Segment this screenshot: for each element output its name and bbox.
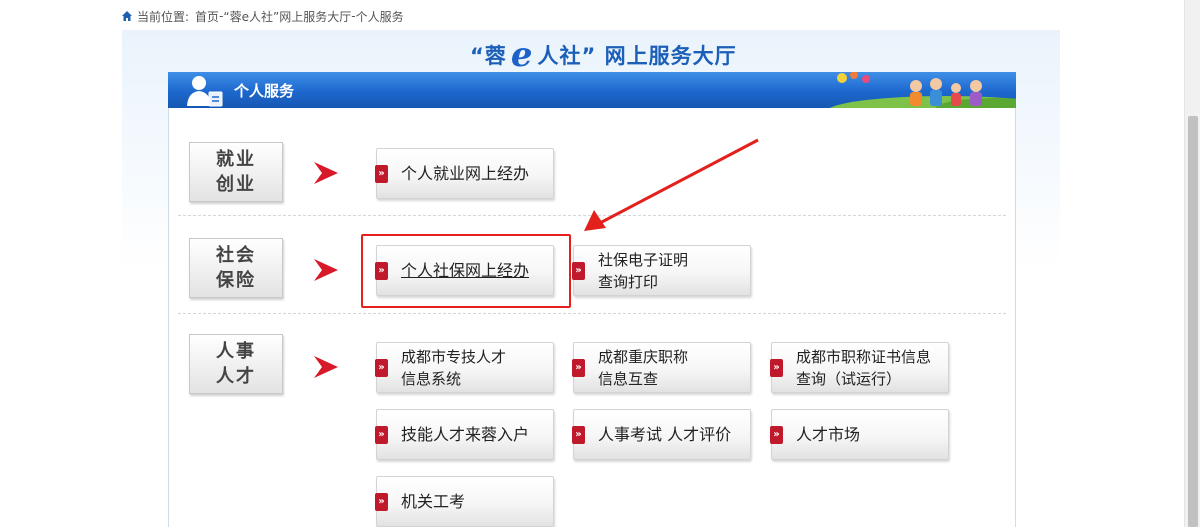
chengdu-chongqing-title-mutual-check-button[interactable]: » 成都重庆职称 信息互查 [572, 342, 751, 393]
section-divider [178, 313, 1006, 314]
service-label: 社保电子证明 查询打印 [598, 250, 689, 291]
double-chevron-icon: » [375, 493, 388, 511]
service-label: 个人就业网上经办 [401, 163, 530, 183]
double-chevron-icon: » [375, 165, 388, 183]
skilled-talent-household-button[interactable]: » 技能人才来蓉入户 [375, 409, 554, 460]
service-label: 成都市专技人才 信息系统 [401, 347, 507, 388]
double-chevron-icon: » [375, 426, 388, 444]
personal-employment-service-button[interactable]: » 个人就业网上经办 [375, 148, 554, 199]
service-label: 人才市场 [796, 424, 861, 444]
scrollbar-thumb[interactable] [1188, 116, 1198, 527]
section-banner: 个人服务 [168, 72, 1016, 108]
talent-market-button[interactable]: » 人才市场 [770, 409, 949, 460]
hall-title: “蓉 e 人社” 网上服务大厅 [470, 38, 737, 72]
breadcrumb: 当前位置: 首页 - “蓉e人社”网上服务大厅 - 个人服务 [122, 6, 404, 26]
service-label: 机关工考 [401, 491, 466, 511]
service-label: 成都重庆职称 信息互查 [598, 347, 689, 388]
personnel-exam-talent-evaluation-button[interactable]: » 人事考试 人才评价 [572, 409, 751, 460]
service-label: 技能人才来蓉入户 [401, 424, 530, 444]
double-chevron-icon: » [375, 359, 388, 377]
double-chevron-icon: » [572, 262, 585, 280]
red-chevron-right-icon [314, 162, 338, 184]
category-line: 社会 [216, 245, 256, 266]
social-insurance-e-certificate-button[interactable]: » 社保电子证明 查询打印 [572, 245, 751, 296]
breadcrumb-home-link[interactable]: 首页 [195, 8, 219, 25]
double-chevron-icon: » [770, 426, 783, 444]
banner-title: 个人服务 [234, 81, 295, 100]
breadcrumb-hall-link[interactable]: “蓉e人社”网上服务大厅 [223, 8, 351, 25]
chengdu-professional-talent-system-button[interactable]: » 成都市专技人才 信息系统 [375, 342, 554, 393]
category-personnel-talent: 人事 人才 [189, 334, 283, 394]
page-scrollbar[interactable] [1184, 0, 1200, 527]
category-line: 保险 [216, 270, 256, 291]
double-chevron-icon: » [572, 426, 585, 444]
home-icon [122, 11, 132, 21]
double-chevron-icon: » [770, 359, 783, 377]
hall-title-e-mark: e [510, 35, 534, 75]
service-label: 成都市职称证书信息 查询（试运行） [796, 347, 932, 388]
category-line: 人事 [216, 341, 256, 362]
red-chevron-right-icon [314, 356, 338, 378]
category-line: 创业 [216, 174, 256, 195]
category-employment: 就业 创业 [189, 142, 283, 202]
red-chevron-right-icon [314, 259, 338, 281]
category-social-insurance: 社会 保险 [189, 238, 283, 298]
hall-title-right: 人社” 网上服务大厅 [537, 44, 737, 68]
annotation-highlight-box [361, 234, 571, 308]
category-line: 人才 [216, 366, 256, 387]
banner-decoration-image [829, 72, 1016, 108]
chengdu-title-certificate-query-button[interactable]: » 成都市职称证书信息 查询（试运行） [770, 342, 949, 393]
civil-service-worker-exam-button[interactable]: » 机关工考 [375, 476, 554, 527]
category-line: 就业 [216, 149, 256, 170]
annotation-arrow-icon [584, 138, 759, 231]
service-label: 人事考试 人才评价 [598, 424, 732, 444]
breadcrumb-current: 个人服务 [355, 9, 404, 24]
user-icon [187, 76, 223, 107]
breadcrumb-prefix: 当前位置: [137, 9, 190, 24]
hall-title-left: “蓉 [470, 44, 507, 68]
double-chevron-icon: » [572, 359, 585, 377]
